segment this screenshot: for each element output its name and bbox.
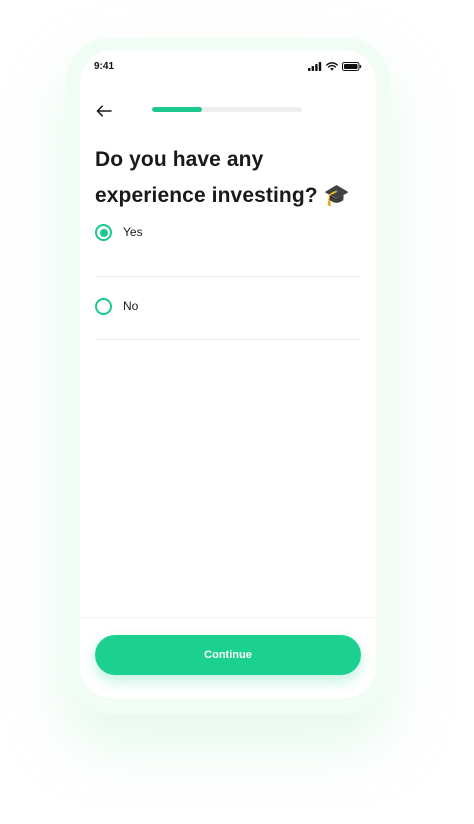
wifi-icon	[326, 62, 338, 71]
options-list: Yes No	[95, 214, 360, 340]
footer: Continue	[80, 617, 376, 698]
continue-button[interactable]: Continue	[95, 635, 361, 675]
option-no[interactable]: No	[95, 277, 360, 340]
progress-bar	[152, 107, 302, 112]
status-bar: 9:41	[80, 50, 376, 86]
back-button[interactable]	[92, 100, 116, 122]
option-yes-label: Yes	[123, 225, 143, 239]
signal-icon	[308, 62, 322, 71]
screen: 9:41 Do you have any experience investin…	[0, 0, 474, 824]
radio-no[interactable]	[95, 298, 112, 315]
arrow-left-icon	[96, 105, 112, 117]
status-time: 9:41	[94, 61, 115, 72]
option-no-label: No	[123, 299, 139, 313]
phone-frame: 9:41 Do you have any experience investin…	[80, 50, 376, 698]
radio-yes[interactable]	[95, 224, 112, 241]
question-title: Do you have any experience investing? 🎓	[95, 148, 350, 207]
progress-fill	[152, 107, 202, 112]
status-icons	[308, 62, 362, 71]
battery-icon	[342, 62, 362, 71]
option-yes[interactable]: Yes	[95, 214, 360, 277]
